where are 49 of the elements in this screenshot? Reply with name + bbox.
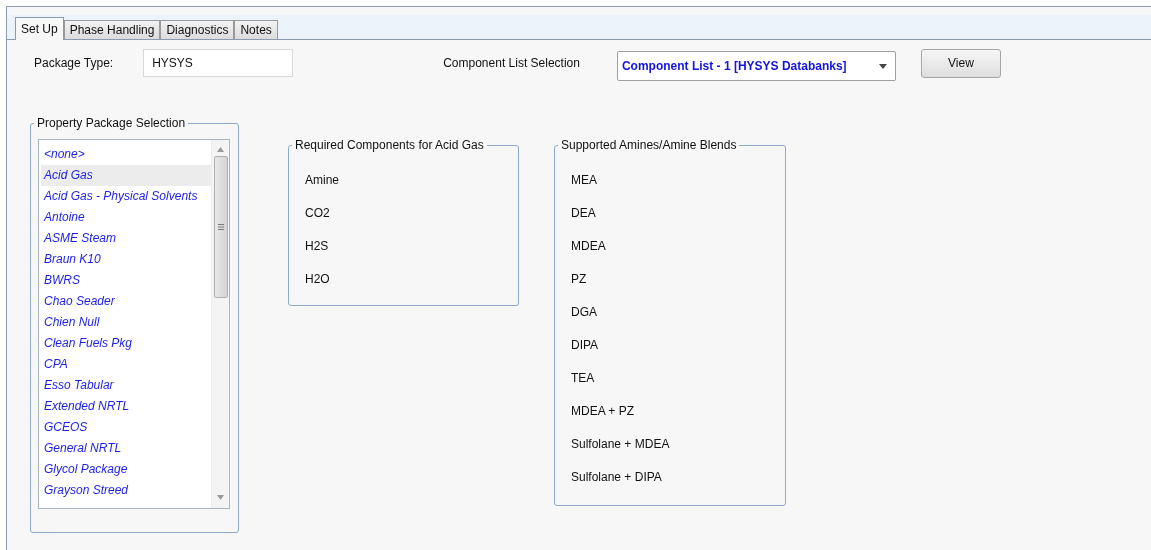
component-list-dropdown[interactable]: Component List - 1 [HYSYS Databanks] <box>616 51 896 81</box>
field-label: Package Type: <box>34 56 114 70</box>
list-item[interactable]: Acid Gas - Physical Solvents <box>41 186 211 207</box>
list-item[interactable]: ASME Steam <box>41 228 211 249</box>
list-item[interactable]: Esso Tabular <box>41 375 211 396</box>
component-name: MDEA + PZ <box>571 403 636 420</box>
component-name: TEA <box>571 370 596 387</box>
list-item[interactable]: BWRS <box>41 270 211 291</box>
tab[interactable]: Phase Handling <box>63 20 161 39</box>
component-name: MDEA <box>571 238 607 255</box>
list-item[interactable]: Grayson Streed <box>41 480 211 501</box>
component-name: DGA <box>571 304 598 321</box>
scroll-thumb[interactable] <box>213 156 228 298</box>
group-title: Required Components for Acid Gas <box>294 138 485 152</box>
list-item[interactable]: Clean Fuels Pkg <box>41 333 211 354</box>
list-item[interactable]: <none> <box>41 144 211 165</box>
list-item[interactable]: Chien Null <box>41 312 211 333</box>
list-item[interactable]: Acid Gas <box>41 165 211 186</box>
component-name: CO2 <box>305 205 331 222</box>
list-item[interactable]: CPA <box>41 354 211 375</box>
caret-icon <box>878 63 887 69</box>
list-item[interactable]: Antoine <box>41 207 211 228</box>
component-name: Sulfolane + MDEA <box>571 436 671 453</box>
group-title: Property Package Selection <box>36 116 187 130</box>
component-name: DIPA <box>571 337 600 354</box>
grip-icon <box>217 224 224 230</box>
scroll-down-icon[interactable] <box>217 495 224 500</box>
component-name: Sulfolane + DIPA <box>571 469 663 486</box>
tab[interactable]: Notes <box>234 20 278 39</box>
view-button[interactable]: View <box>920 48 1001 78</box>
field-label: Component List Selection <box>443 56 580 70</box>
list-item[interactable]: Extended NRTL <box>41 396 211 417</box>
component-name: Amine <box>305 172 340 189</box>
list-item[interactable]: Glycol Package <box>41 459 211 480</box>
list-item[interactable]: Chao Seader <box>41 291 211 312</box>
component-name: MEA <box>571 172 598 189</box>
list-item[interactable]: GCEOS <box>41 417 211 438</box>
component-name: H2S <box>305 238 330 255</box>
list-item[interactable]: Braun K10 <box>41 249 211 270</box>
component-name: DEA <box>571 205 597 222</box>
list-item[interactable]: General NRTL <box>41 438 211 459</box>
group-title: Supported Amines/Amine Blends <box>560 138 738 152</box>
scroll-up-icon[interactable] <box>217 147 224 152</box>
package-type-field[interactable]: HYSYS <box>143 49 294 77</box>
component-name: PZ <box>571 271 588 288</box>
tab[interactable]: Diagnostics <box>160 20 235 39</box>
scrollbar[interactable] <box>211 140 229 508</box>
component-name: H2O <box>305 271 331 288</box>
tab[interactable]: Set Up <box>15 17 64 40</box>
